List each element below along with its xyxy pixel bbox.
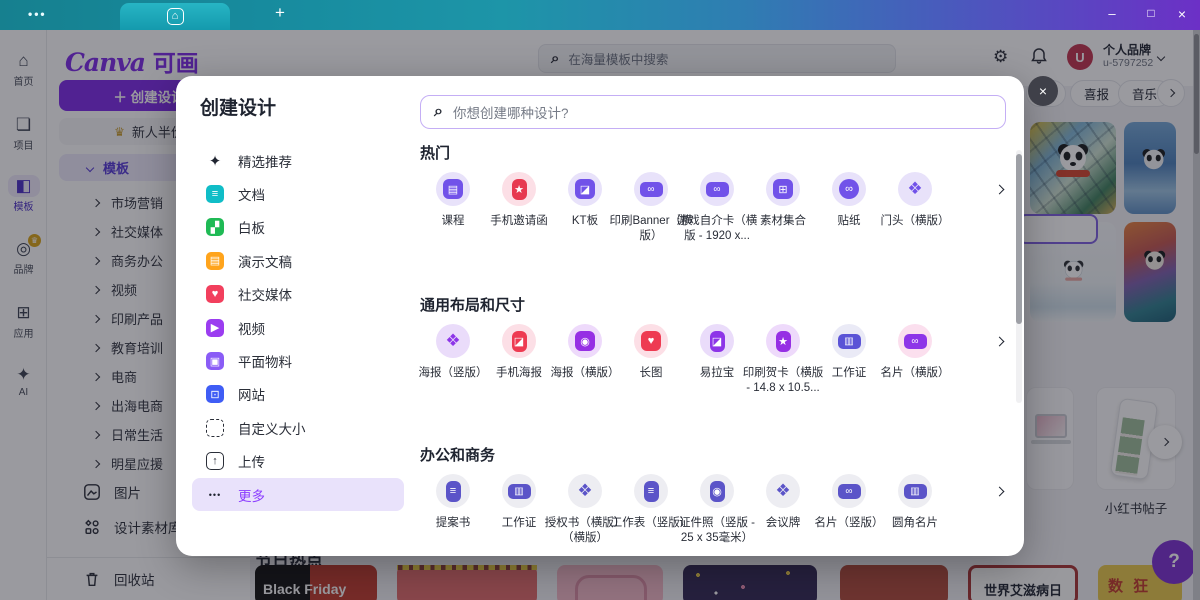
- phone-image-icon: ◪: [512, 331, 527, 352]
- modal-search-placeholder: 你想创建哪种设计?: [453, 102, 569, 122]
- menu-item-more[interactable]: •••更多: [192, 478, 404, 511]
- shapes-icon: ❖: [773, 481, 793, 501]
- ellipsis-icon: •••: [206, 486, 224, 504]
- design-type-conference-sign[interactable]: ❖会议牌: [750, 474, 816, 546]
- design-type-authorization[interactable]: ❖授权书（横版）（横版）: [552, 474, 618, 546]
- sparkle-icon: ✦: [206, 152, 224, 170]
- design-type-sticker[interactable]: ∞贴纸: [816, 172, 882, 244]
- section-business-scroll-right[interactable]: [988, 480, 1010, 502]
- document-icon: ≡: [206, 185, 224, 203]
- design-type-poster-portrait[interactable]: ❖海报（竖版）: [420, 324, 486, 396]
- shapes-icon: ❖: [575, 481, 595, 501]
- browser-icon: ⊡: [206, 385, 224, 403]
- custom-size-icon: [206, 419, 224, 437]
- banner-icon: ∞: [640, 182, 663, 197]
- modal-menu: ✦精选推荐 ≡文档 ▞白板 ▤演示文稿 ♥社交媒体 ▶视频 ▣平面物料 ⊡网站 …: [192, 144, 404, 511]
- menu-item-website[interactable]: ⊡网站: [192, 378, 404, 411]
- image-page-icon: ◪: [575, 179, 595, 199]
- business-card-icon: ∞: [838, 484, 861, 499]
- section-layouts-scroll-right[interactable]: [988, 330, 1010, 352]
- design-type-storefront[interactable]: ❖门头（横版）: [882, 172, 948, 244]
- design-type-business-card-landscape[interactable]: ∞名片（横版）: [882, 324, 948, 396]
- search-icon: ⌕: [434, 103, 443, 121]
- modal-scrollbar-thumb[interactable]: [1016, 154, 1022, 324]
- video-icon: ▶: [206, 319, 224, 337]
- whiteboard-icon: ▞: [206, 218, 224, 236]
- menu-item-print-material[interactable]: ▣平面物料: [192, 344, 404, 377]
- menu-item-upload[interactable]: ↑上传: [192, 445, 404, 478]
- modal-search-input[interactable]: ⌕ 你想创建哪种设计?: [420, 95, 1006, 129]
- portrait-icon: ◉: [710, 481, 725, 502]
- card-icon: ∞: [706, 182, 729, 197]
- grid-icon: ⊞: [773, 179, 793, 199]
- minimize-button[interactable]: –: [1103, 6, 1121, 21]
- id-card-icon: ▥: [508, 484, 531, 499]
- design-type-game-card[interactable]: ∞游戏自介卡（横版 - 1920 x...: [684, 172, 750, 244]
- id-card-icon: ▥: [904, 484, 927, 499]
- app-window: ••• ⌂ + – □ × ⌂ 首页 ❏ 项目 ◧ 模板 ♛ ◎ 品牌 ⊞ 应用: [0, 0, 1200, 600]
- design-type-greeting-card[interactable]: ★印刷贺卡（横版 - 14.8 x 10.5...: [750, 324, 816, 396]
- menu-item-whiteboard[interactable]: ▞白板: [192, 211, 404, 244]
- browser-tab-home[interactable]: ⌂: [120, 3, 230, 30]
- document-icon: ≡: [446, 481, 461, 502]
- shapes-icon: ❖: [443, 331, 463, 351]
- business-card-icon: ∞: [904, 334, 927, 349]
- design-type-business-card-portrait[interactable]: ∞名片（竖版）: [816, 474, 882, 546]
- create-design-modal: 创建设计 ⌕ 你想创建哪种设计? ✦精选推荐 ≡文档 ▞白板 ▤演示文稿 ♥社交…: [176, 76, 1024, 556]
- book-icon: ▤: [443, 179, 463, 199]
- section-layouts: 通用布局和尺寸 ❖海报（竖版） ◪手机海报 ◉海报（横版） ♥长图 ◪易拉宝 ★…: [420, 294, 1010, 315]
- browser-menu-icon[interactable]: •••: [28, 7, 47, 21]
- design-type-proposal[interactable]: ≡提案书: [420, 474, 486, 546]
- heart-icon: ♥: [206, 285, 224, 303]
- design-type-poster-landscape[interactable]: ◉海报（横版）: [552, 324, 618, 396]
- modal-title: 创建设计: [200, 93, 276, 120]
- home-tab-icon: ⌂: [167, 8, 184, 25]
- section-business-row: ≡提案书 ▥工作证 ❖授权书（横版）（横版） ≡工作表（竖版） ◉证件照（竖版 …: [420, 474, 948, 546]
- document-icon: ≡: [644, 481, 659, 502]
- design-type-asset-collection[interactable]: ⊞素材集合: [750, 172, 816, 244]
- section-hot: 热门 ▤课程 ★手机邀请函 ◪KT板 ∞印刷Banner（横版） ∞游戏自介卡（…: [420, 142, 1010, 163]
- banner-stand-icon: ◪: [710, 331, 725, 352]
- design-type-id-photo[interactable]: ◉证件照（竖版 - 25 x 35毫米）: [684, 474, 750, 546]
- window-titlebar: ••• ⌂ + – □ ×: [0, 0, 1200, 30]
- section-business: 办公和商务 ≡提案书 ▥工作证 ❖授权书（横版）（横版） ≡工作表（竖版） ◉证…: [420, 444, 1010, 465]
- heart-square-icon: ♥: [641, 331, 661, 351]
- design-type-course[interactable]: ▤课程: [420, 172, 486, 244]
- maximize-button[interactable]: □: [1142, 6, 1160, 20]
- phone-star-icon: ★: [512, 179, 527, 200]
- new-tab-button[interactable]: +: [275, 3, 285, 23]
- menu-item-featured[interactable]: ✦精选推荐: [192, 144, 404, 177]
- card-star-icon: ★: [776, 331, 791, 352]
- section-hot-row: ▤课程 ★手机邀请函 ◪KT板 ∞印刷Banner（横版） ∞游戏自介卡（横版 …: [420, 172, 948, 244]
- close-window-button[interactable]: ×: [1173, 6, 1191, 22]
- menu-item-custom-size[interactable]: 自定义大小: [192, 411, 404, 444]
- design-type-long-image[interactable]: ♥长图: [618, 324, 684, 396]
- section-layouts-row: ❖海报（竖版） ◪手机海报 ◉海报（横版） ♥长图 ◪易拉宝 ★印刷贺卡（横版 …: [420, 324, 948, 396]
- design-type-phone-poster[interactable]: ◪手机海报: [486, 324, 552, 396]
- design-type-rounded-business-card[interactable]: ▥圆角名片: [882, 474, 948, 546]
- section-hot-scroll-right[interactable]: [988, 178, 1010, 200]
- upload-icon: ↑: [206, 452, 224, 470]
- printer-icon: ▣: [206, 352, 224, 370]
- presentation-icon: ▤: [206, 252, 224, 270]
- id-card-icon: ▥: [838, 334, 861, 349]
- menu-item-docs[interactable]: ≡文档: [192, 177, 404, 210]
- menu-item-video[interactable]: ▶视频: [192, 311, 404, 344]
- poster-icon: ◉: [575, 331, 595, 351]
- menu-item-presentation[interactable]: ▤演示文稿: [192, 244, 404, 277]
- modal-close-button[interactable]: ×: [1028, 76, 1058, 106]
- sticker-icon: ∞: [839, 179, 859, 199]
- menu-item-social-media[interactable]: ♥社交媒体: [192, 278, 404, 311]
- design-type-phone-invite[interactable]: ★手机邀请函: [486, 172, 552, 244]
- design-type-work-badge[interactable]: ▥工作证: [816, 324, 882, 396]
- shapes-icon: ❖: [905, 179, 925, 199]
